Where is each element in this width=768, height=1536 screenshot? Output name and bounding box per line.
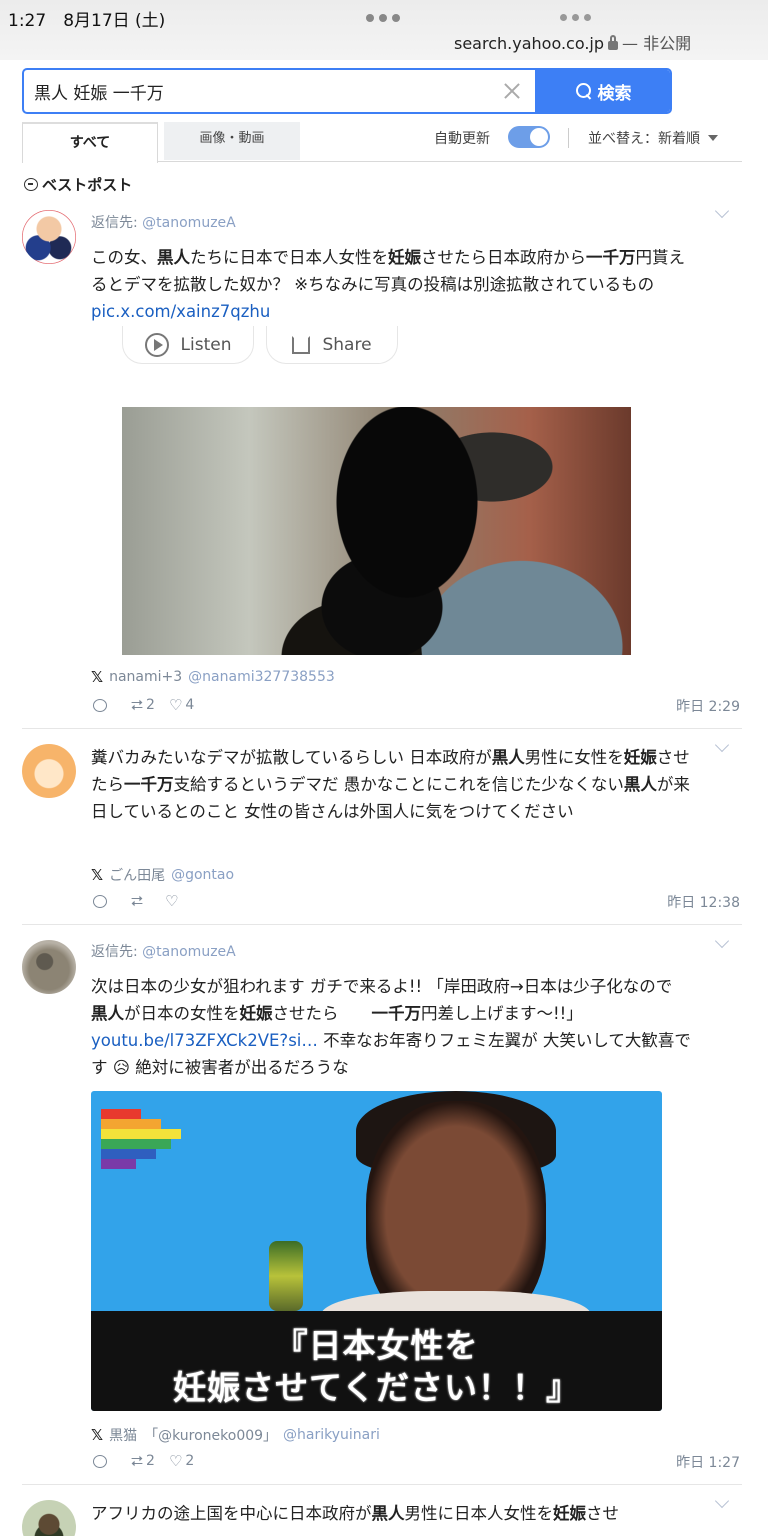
avatar[interactable] <box>22 1500 76 1536</box>
retweet-icon[interactable]: ⮂ <box>131 1452 143 1470</box>
divider <box>568 128 569 148</box>
post-text: この女、黒人たちに日本で日本人女性を妊娠させたら日本政府から一千万円貰えるとデマ… <box>91 248 685 321</box>
post-text: アフリカの途上国を中心に日本政府が黒人男性に日本人女性を妊娠させ <box>91 1504 619 1523</box>
share-button[interactable]: Share <box>266 326 398 364</box>
reply-icon[interactable] <box>93 698 107 712</box>
avatar[interactable] <box>22 744 76 798</box>
reply-handle-link[interactable]: @tanomuzeA <box>142 215 236 231</box>
lock-icon <box>608 35 619 50</box>
x-logo-icon: 𝕏 <box>91 668 104 686</box>
tab-media[interactable]: 画像・動画 <box>164 122 300 160</box>
caret-down-icon <box>708 135 718 141</box>
post-text: 糞バカみたいなデマが拡散しているらしい 日本政府が黒人男性に女性を妊娠させたら一… <box>91 748 690 821</box>
reply-handle-link[interactable]: @tanomuzeA <box>142 944 236 960</box>
author[interactable]: 𝕏 黒猫 「@kuroneko009」 @harikyuinari <box>91 1425 380 1445</box>
sort-dropdown[interactable]: 並べ替え：新着順 <box>588 128 718 148</box>
search-icon <box>575 83 592 99</box>
caption-line-2: 妊娠させてください！！』 <box>172 1368 580 1407</box>
background-object <box>269 1241 303 1311</box>
x-logo-icon: 𝕏 <box>91 1426 104 1444</box>
retweet-icon[interactable]: ⮂ <box>131 892 143 910</box>
channel-logo <box>101 1109 201 1179</box>
caption-line-1: 『日本女性を <box>274 1326 479 1365</box>
heart-icon[interactable]: ♡ <box>169 1452 182 1470</box>
chevron-down-icon[interactable] <box>714 933 730 949</box>
post-time[interactable]: 昨日 1:27 <box>676 1452 740 1472</box>
divider <box>22 1484 742 1485</box>
chevron-down-icon[interactable] <box>714 1493 730 1509</box>
address-bar[interactable]: search.yahoo.co.jp — 非公開 <box>454 30 691 54</box>
result-tabs: すべて 画像・動画 自動更新 並べ替え：新着順 <box>22 122 742 163</box>
auto-refresh-label: 自動更新 <box>434 131 490 147</box>
post-actions: ⮂ 2 ♡ 2 <box>93 1452 194 1470</box>
play-icon <box>144 332 169 357</box>
status-bar: 1:27 8月17日 (土) search.yahoo.co.jp — 非公開 <box>0 0 768 60</box>
retweet-icon[interactable]: ⮂ <box>131 696 143 714</box>
more-dots-icon[interactable] <box>366 14 400 22</box>
heart-icon[interactable]: ♡ <box>169 696 182 714</box>
chevron-down-icon[interactable] <box>714 737 730 753</box>
divider <box>22 924 742 925</box>
listen-button[interactable]: Listen <box>122 326 254 364</box>
post-photo[interactable] <box>122 407 631 655</box>
reply-to: 返信先: @tanomuzeA <box>91 215 236 231</box>
status-time: 1:27 8月17日 (土) <box>8 11 166 31</box>
search-button[interactable]: 検索 <box>535 70 670 112</box>
reply-icon[interactable] <box>93 894 107 908</box>
author[interactable]: 𝕏nanami+3 @nanami327738553 <box>91 668 335 686</box>
post-video-thumbnail[interactable]: 『日本女性を 妊娠させてください！！』 <box>91 1091 662 1411</box>
chevron-down-icon[interactable] <box>714 203 730 219</box>
tab-all[interactable]: すべて <box>22 122 158 163</box>
avatar[interactable] <box>22 940 76 994</box>
post-actions: ⮂ ♡ <box>93 892 178 910</box>
search-bar: 検索 <box>22 68 672 114</box>
close-icon[interactable] <box>502 81 522 101</box>
post-actions: ⮂ 2 ♡ 4 <box>93 696 194 714</box>
search-input[interactable] <box>24 70 534 112</box>
x-logo-icon: 𝕏 <box>91 866 104 884</box>
post-time[interactable]: 昨日 2:29 <box>676 696 740 716</box>
best-post-heading: ベストポスト <box>24 174 132 195</box>
listen-share-bar: Listen Share <box>122 326 398 364</box>
pic-link[interactable]: pic.x.com/xainz7qzhu <box>91 302 270 321</box>
post-text: 次は日本の少女が狙われます ガチで来るよ!! 「岸田政府→日本は少子化なので 黒… <box>91 977 691 1077</box>
avatar[interactable] <box>22 210 76 264</box>
share-icon <box>292 335 311 354</box>
tab-dots-icon[interactable] <box>560 14 591 21</box>
reply-to: 返信先: @tanomuzeA <box>91 944 236 960</box>
divider <box>22 728 742 729</box>
reply-icon[interactable] <box>93 1454 107 1468</box>
author[interactable]: 𝕏 ごん田尾 @gontao <box>91 865 234 885</box>
post-time[interactable]: 昨日 12:38 <box>667 892 740 912</box>
heart-icon[interactable]: ♡ <box>165 892 178 910</box>
speech-bubble-icon <box>24 178 38 191</box>
youtube-link[interactable]: youtu.be/l73ZFXCk2VE?si… <box>91 1031 318 1050</box>
auto-refresh-toggle[interactable] <box>508 126 550 148</box>
